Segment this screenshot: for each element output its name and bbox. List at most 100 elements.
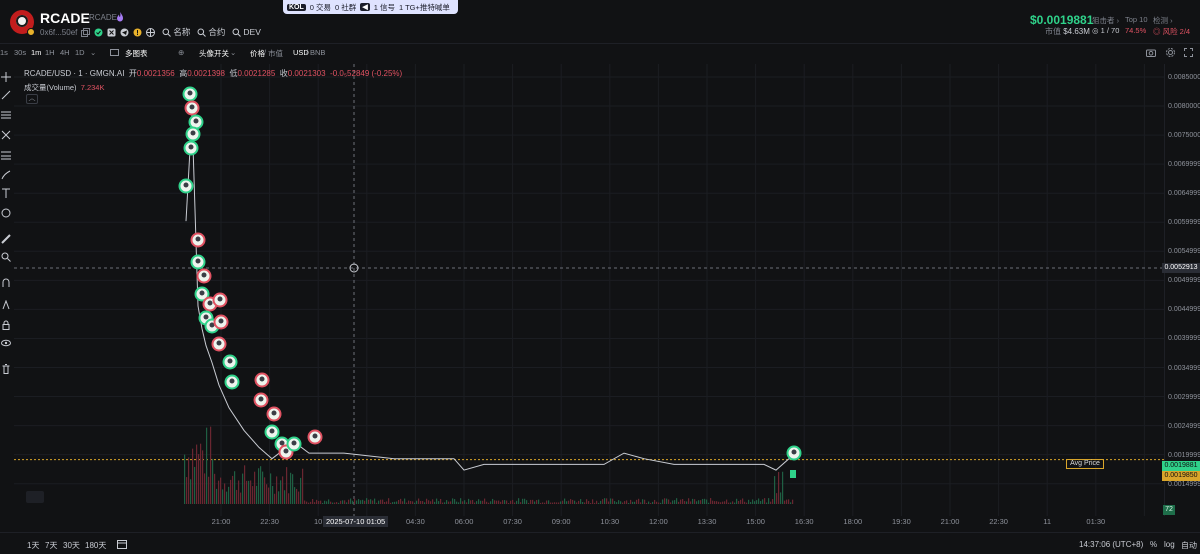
token-name: RCADE [40,10,90,26]
volume-bar [610,498,612,504]
calendar-icon[interactable] [117,539,127,549]
volume-bar [228,486,230,504]
volume-bar [628,502,630,504]
search-contract-link[interactable]: 合约 [197,26,225,38]
lock-icon[interactable] [1,320,11,330]
volume-bar [570,499,572,504]
volume-bar [396,501,398,504]
volume-bar [682,499,684,504]
volume-bar [326,501,328,504]
percent-toggle[interactable]: % [1150,540,1157,549]
interval-1m[interactable]: 1m [31,48,41,57]
volume-bar [590,502,592,504]
emoji-icon[interactable] [1,208,11,218]
tradingview-logo [26,491,44,503]
mcap-value: $4.63M [1063,27,1090,36]
volume-bar [630,499,632,504]
trend-line-icon[interactable] [1,90,11,100]
volume-bar [672,500,674,504]
volume-bar [344,500,346,504]
volume-bar [730,502,732,504]
volume-bar [238,480,240,504]
x-tick: 10 [314,517,323,526]
volume-bar [392,502,394,504]
volume-bar [644,499,646,504]
search-icon [232,28,242,37]
volume-bar [202,450,204,504]
auto-toggle[interactable]: 自动 [1181,540,1197,551]
interval-dropdown-icon[interactable]: ⌄ [90,48,96,57]
copy-icon[interactable] [81,27,91,37]
interval-30s[interactable]: 30s [14,48,26,57]
eye-icon[interactable] [1,338,11,348]
range-1d[interactable]: 1天 [27,540,39,551]
price-chart[interactable] [14,64,1164,516]
fullscreen-icon[interactable] [1184,48,1193,57]
risk-stat-label[interactable]: 检测 › [1153,15,1173,26]
x-tick: 18:00 [843,517,863,526]
volume-bar [624,501,626,504]
crosshair-icon[interactable] [1,72,11,82]
multi-chart-button[interactable]: 多图表 [125,48,148,59]
interval-1h[interactable]: 1H [45,48,55,57]
ruler-icon[interactable] [1,234,11,244]
volume-bar [564,498,566,504]
volume-bar [428,500,430,504]
search-dev-link[interactable]: DEV [232,27,261,37]
sniper-stat-label[interactable]: 狙击者 › [1092,15,1119,26]
currency-bnb[interactable]: BNB [310,48,325,57]
volume-bar [622,502,624,504]
interval-1d[interactable]: 1D [75,48,85,57]
stay-drawing-icon[interactable] [1,300,11,310]
log-toggle[interactable]: log [1164,540,1175,549]
settings-icon[interactable] [1166,48,1175,57]
avatar-toggle-button[interactable]: 头像开关 [199,48,229,59]
volume-bar [582,501,584,504]
camera-icon[interactable] [1146,48,1156,57]
globe-icon[interactable] [146,27,156,37]
horizontal-lines-icon[interactable] [1,110,11,120]
pitchfork-icon[interactable] [1,130,11,140]
collapse-legend-icon[interactable]: ︿ [26,94,38,104]
range-7d[interactable]: 7天 [45,540,57,551]
volume-bar [772,499,774,504]
volume-bar [702,498,704,504]
volume-bar [736,498,738,504]
mcap-toggle[interactable]: 市值 [268,48,283,59]
volume-bar [482,500,484,504]
token-header: RCADE RCADE 0x6f...50ef 名称 合约 DEV KOL 0 … [0,0,1200,44]
zoom-icon[interactable] [1,252,11,262]
telegram-icon[interactable] [120,28,129,37]
volume-bar [446,500,448,504]
avatar-dropdown-icon[interactable]: ⌄ [230,48,236,57]
interval-1s[interactable]: 1s [0,48,8,57]
volume-bar [596,500,598,504]
text-icon[interactable] [1,188,11,198]
magnet-icon[interactable] [1,278,11,288]
volume-bar [468,498,470,504]
trade-marker-face [190,130,196,136]
clock-time[interactable]: 14:37:06 (UTC+8) [1079,540,1143,549]
volume-bar [608,501,610,504]
volume-bar [398,500,400,504]
token-address[interactable]: 0x6f...50ef [40,28,77,37]
range-180d[interactable]: 180天 [85,540,106,551]
brush-icon[interactable] [1,170,11,180]
info-icon[interactable] [133,28,142,37]
trash-icon[interactable] [1,364,11,374]
kol-bar[interactable]: KOL 0 交易 0 社群 ◀ 1 信号 1 TG+推特喊单 [283,0,458,14]
range-30d[interactable]: 30天 [63,540,80,551]
twitter-icon[interactable] [107,28,116,37]
interval-4h[interactable]: 4H [60,48,70,57]
volume-bar [764,498,766,504]
price-toggle[interactable]: 价格 [250,48,265,59]
volume-bar [258,468,260,504]
toggle-separator: / [264,48,267,57]
volume-bar [518,498,520,504]
fib-icon[interactable] [1,150,11,160]
volume-bar [512,499,514,504]
search-name-link[interactable]: 名称 [162,26,190,38]
search-dev-label: DEV [243,27,261,37]
trade-marker-face [201,272,207,278]
volume-bar [526,500,528,504]
